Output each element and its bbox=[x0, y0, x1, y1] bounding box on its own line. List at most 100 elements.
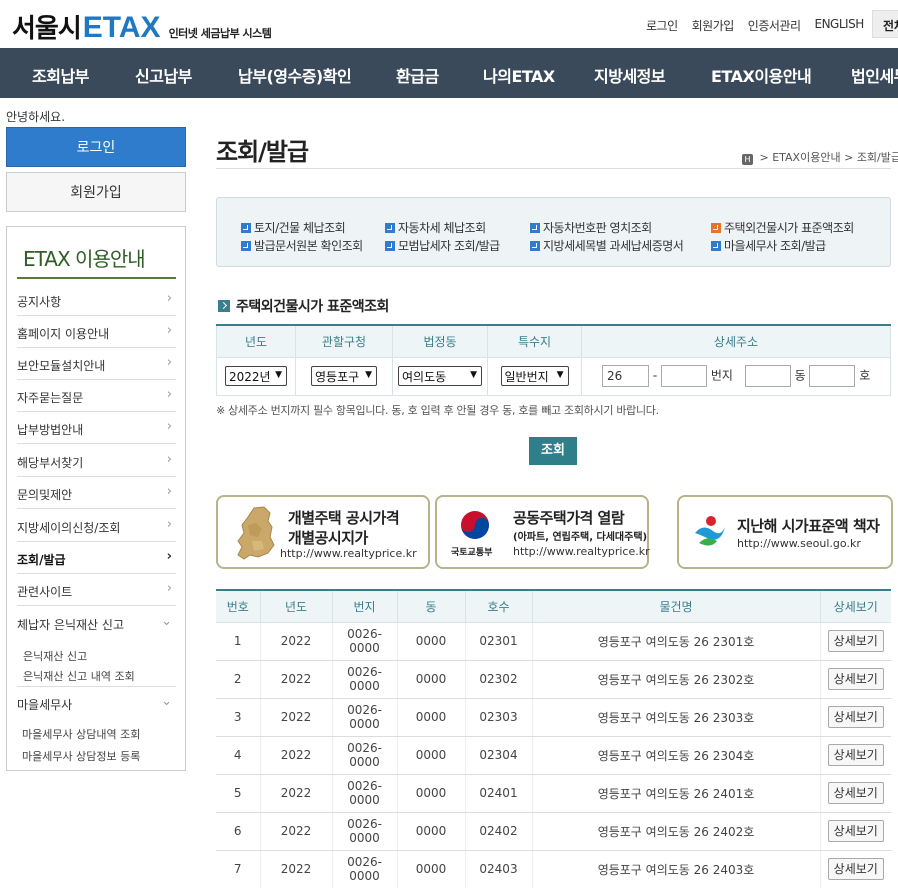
sidebar-item-faq[interactable]: 자주묻는질문 › bbox=[17, 380, 176, 412]
sidebar-item-homepage-guide[interactable]: 홈페이지 이용안내 › bbox=[17, 316, 176, 348]
sidebar-item-objection[interactable]: 지방세이의신청/조회 › bbox=[17, 510, 176, 542]
gnb-item-corporate-tax[interactable]: 법인세무 bbox=[851, 63, 898, 87]
sidebar-item-label: 조회/발급 bbox=[17, 553, 66, 567]
banner-title-line1: 지난해 시가표준액 책자 bbox=[737, 517, 880, 535]
gnb-item-refund[interactable]: 환급금 bbox=[396, 63, 439, 87]
arrow-link-icon bbox=[385, 241, 395, 251]
detail-view-button[interactable]: 상세보기 bbox=[827, 782, 884, 804]
banner-standard-price-book[interactable]: 지난해 시가표준액 책자 http://www.seoul.go.kr bbox=[677, 495, 893, 569]
banner-apartment-price[interactable]: 국토교통부 공동주택가격 열람 (아파트, 연립주택, 다세대주택) http:… bbox=[435, 495, 650, 569]
sidebar-item-label: 홈페이지 이용안내 bbox=[17, 327, 110, 341]
sidebar-item-related-sites[interactable]: 관련사이트 › bbox=[17, 574, 176, 606]
gnb-item-receipt-check[interactable]: 납부(영수증)확인 bbox=[238, 63, 352, 87]
detail-view-button[interactable]: 상세보기 bbox=[827, 744, 884, 766]
sidebar-item-inquiry-issue[interactable]: 조회/발급 › bbox=[17, 542, 176, 574]
cell-bunji: 0026-0000 bbox=[332, 812, 398, 851]
form-note: ※ 상세주소 번지까지 필수 항목입니다. 동, 호 입력 후 안될 경우 동,… bbox=[216, 404, 659, 417]
search-button[interactable]: 조회 bbox=[529, 437, 577, 465]
top-link-english[interactable]: ENGLISH bbox=[815, 17, 865, 34]
sidebar-item-label: 해당부서찾기 bbox=[17, 456, 84, 470]
sidebar-item-notice[interactable]: 공지사항 › bbox=[17, 284, 176, 316]
top-link-login[interactable]: 로그인 bbox=[646, 17, 678, 34]
column-header-ho: 호수 bbox=[465, 590, 533, 623]
cell-detail: 상세보기 bbox=[820, 736, 891, 775]
gnb-item-report-payment[interactable]: 신고납부 bbox=[135, 63, 192, 87]
gnb-item-inquiry-payment[interactable]: 조회납부 bbox=[32, 63, 89, 87]
district-select[interactable]: 영등포구 ▼ bbox=[311, 366, 377, 386]
cell-bunji: 0026-0000 bbox=[332, 660, 398, 699]
gnb-item-etax-guide[interactable]: ETAX이용안내 bbox=[711, 63, 812, 87]
arrow-link-icon bbox=[530, 223, 540, 233]
breadcrumb-separator: > bbox=[756, 151, 773, 164]
column-header-property-name: 물건명 bbox=[532, 590, 821, 623]
top-link-certificate[interactable]: 인증서관리 bbox=[748, 17, 801, 34]
cell-property-name: 영등포구 여의도동 26 2403호 bbox=[532, 850, 821, 888]
quick-link-plate-seizure[interactable]: 자동차번호판 영치조회 bbox=[530, 219, 652, 236]
quick-link-nonresidential-standard-price[interactable]: 주택외건물시가 표준액조회 bbox=[711, 219, 854, 236]
sidebar-title-divider bbox=[17, 277, 176, 279]
dong-select[interactable]: 여의도동 ▼ bbox=[398, 366, 482, 386]
cell-property-name: 영등포구 여의도동 26 2302호 bbox=[532, 660, 821, 699]
banner-url: http://www.realtyprice.kr bbox=[513, 545, 650, 558]
sidebar-item-inquiry-suggestion[interactable]: 문의및제안 › bbox=[17, 477, 176, 509]
chevron-right-icon: › bbox=[166, 452, 172, 467]
quick-link-model-taxpayer[interactable]: 모범납세자 조회/발급 bbox=[385, 237, 500, 254]
ho-label: 호 bbox=[859, 368, 871, 383]
sidebar-item-department-finder[interactable]: 해당부서찾기 › bbox=[17, 445, 176, 477]
cell-bunji: 0026-0000 bbox=[332, 622, 398, 661]
chevron-right-icon: › bbox=[166, 387, 172, 402]
sidebar-item-village-tax-accountant[interactable]: 마을세무사 ⌄ bbox=[17, 686, 176, 718]
sidebar-item-label: 지방세이의신청/조회 bbox=[17, 521, 121, 535]
ho-number-input[interactable] bbox=[809, 365, 856, 387]
gnb-item-my-etax[interactable]: 나의ETAX bbox=[483, 63, 555, 87]
banner-individual-housing-price[interactable]: 개별주택 공시가격 개별공시지가 http://www.realtyprice.… bbox=[216, 495, 430, 569]
detail-view-button[interactable]: 상세보기 bbox=[827, 706, 884, 728]
quick-link-car-tax-arrears[interactable]: 자동차세 체납조회 bbox=[385, 219, 486, 236]
sidebar-subitem-report-history[interactable]: 은닉재산 신고 내역 조회 bbox=[23, 668, 135, 684]
sidebar-item-payment-method[interactable]: 납부방법안내 › bbox=[17, 412, 176, 444]
detail-view-button[interactable]: 상세보기 bbox=[827, 858, 884, 880]
detail-view-button[interactable]: 상세보기 bbox=[827, 820, 884, 842]
chevron-down-icon: ▼ bbox=[556, 370, 564, 380]
site-logo[interactable]: 서울시 ETAX 인터넷 세금납부 시스템 bbox=[12, 8, 272, 45]
gnb-item-local-tax-info[interactable]: 지방세정보 bbox=[594, 63, 666, 87]
sidebar-subitem-consult-history[interactable]: 마을세무사 상담내역 조회 bbox=[22, 726, 140, 742]
dong-number-input[interactable] bbox=[744, 365, 791, 387]
cell-year: 2022 bbox=[260, 736, 333, 775]
quick-link-land-building-arrears[interactable]: 토지/건물 체납조회 bbox=[241, 219, 346, 236]
cell-dong: 0000 bbox=[397, 774, 466, 813]
sidebar-item-hidden-assets[interactable]: 체납자 은닉재산 신고 ⌄ bbox=[17, 607, 176, 639]
quick-link-document-verify[interactable]: 발급문서원본 확인조회 bbox=[241, 237, 363, 254]
quick-link-village-tax-accountant[interactable]: 마을세무사 조회/발급 bbox=[711, 237, 826, 254]
form-header-address: 상세주소 bbox=[581, 325, 891, 358]
join-button[interactable]: 회원가입 bbox=[6, 172, 186, 212]
bunji-main-input[interactable]: 26 bbox=[602, 365, 649, 387]
chevron-down-icon: ⌄ bbox=[161, 614, 172, 629]
form-header-district: 관할구청 bbox=[295, 325, 393, 358]
sidebar-item-label: 문의및제안 bbox=[17, 488, 73, 502]
chevron-right-icon: › bbox=[166, 517, 172, 532]
detail-view-button[interactable]: 상세보기 bbox=[827, 630, 884, 652]
quick-link-tax-certificate[interactable]: 지방세세목별 과세납세증명서 bbox=[530, 237, 684, 254]
table-row: 7 2022 0026-0000 0000 02403 영등포구 여의도동 26 2403… bbox=[216, 850, 891, 888]
sidebar-subitem-report-hidden[interactable]: 은닉재산 신고 bbox=[23, 648, 87, 664]
sidebar-item-label: 납부방법안내 bbox=[17, 423, 84, 437]
table-row: 3 2022 0026-0000 0000 02303 영등포구 여의도동 26 2303… bbox=[216, 698, 891, 737]
year-select[interactable]: 2022년 ▼ bbox=[225, 366, 287, 386]
chevron-right-icon: › bbox=[166, 291, 172, 306]
sidebar-item-security-module[interactable]: 보안모듈설치안내 › bbox=[17, 348, 176, 380]
login-button[interactable]: 로그인 bbox=[6, 127, 186, 167]
sidebar-item-label: 보안모듈설치안내 bbox=[17, 359, 106, 373]
home-icon[interactable]: H bbox=[742, 154, 753, 165]
cell-dong: 0000 bbox=[397, 850, 466, 888]
cell-dong: 0000 bbox=[397, 812, 466, 851]
special-select[interactable]: 일반번지 ▼ bbox=[500, 366, 569, 386]
cell-number: 5 bbox=[216, 774, 261, 813]
form-header-special: 특수지 bbox=[487, 325, 582, 358]
top-link-join[interactable]: 회원가입 bbox=[692, 17, 735, 34]
detail-view-button[interactable]: 상세보기 bbox=[827, 668, 884, 690]
sidebar-subitem-consult-register[interactable]: 마을세무사 상담정보 등록 bbox=[22, 748, 140, 764]
bunji-sub-input[interactable] bbox=[661, 365, 707, 387]
breadcrumb-item-guide[interactable]: ETAX이용안내 bbox=[772, 151, 840, 164]
all-menu-button[interactable]: 전체 bbox=[872, 10, 898, 38]
